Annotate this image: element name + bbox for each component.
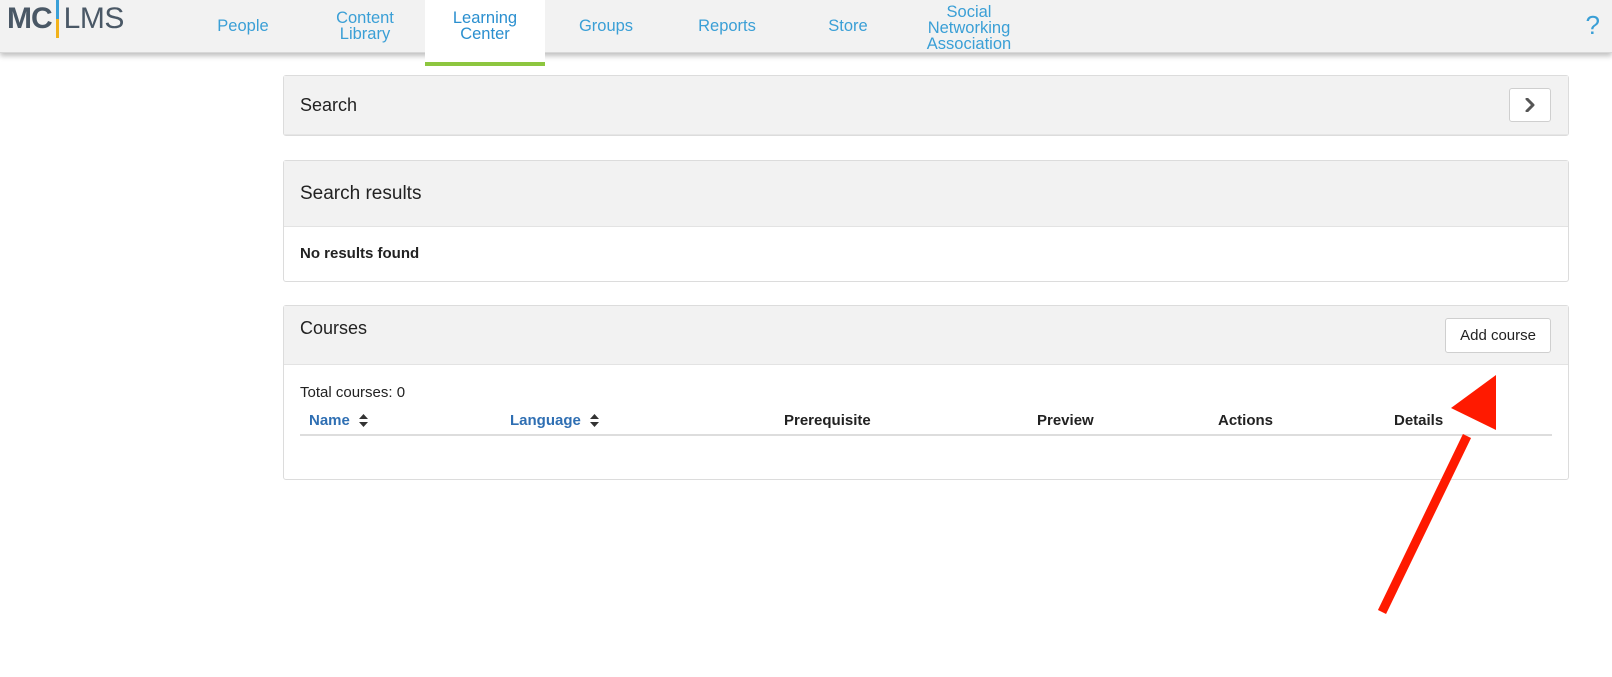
tab-reports[interactable]: Reports <box>667 0 787 66</box>
column-header-actions: Actions <box>1218 412 1273 429</box>
tab-store[interactable]: Store <box>788 0 908 66</box>
courses-header: Courses Add course <box>284 306 1568 365</box>
column-header-prerequisite: Prerequisite <box>784 412 871 429</box>
courses-title: Courses <box>300 318 368 338</box>
column-header-language-label: Language <box>510 412 581 429</box>
search-title: Search <box>300 95 358 115</box>
tab-learning-center-label: Learning Center <box>452 9 518 43</box>
tab-learning-center[interactable]: Learning Center <box>425 0 545 66</box>
tab-groups[interactable]: Groups <box>546 0 666 66</box>
tab-content-library[interactable]: Content Library <box>305 0 425 66</box>
logo-divider <box>55 0 59 38</box>
logo-lms-text: LMS <box>63 2 125 35</box>
search-results-panel: Search results No results found <box>283 160 1569 282</box>
tab-content-library-label: Content Library <box>336 9 394 43</box>
column-header-language[interactable]: Language <box>510 412 599 429</box>
tab-people[interactable]: People <box>183 0 303 66</box>
logo-mc-text: MC <box>7 2 53 35</box>
search-panel: Search <box>283 75 1569 136</box>
column-header-preview-label: Preview <box>1037 412 1094 429</box>
mc-lms-logo[interactable]: MC LMS <box>7 0 124 40</box>
tab-social-networking-association-label: Social Networking Association <box>926 3 1012 53</box>
column-header-details-label: Details <box>1394 412 1444 429</box>
column-header-preview: Preview <box>1037 412 1094 429</box>
column-header-actions-label: Actions <box>1218 412 1274 429</box>
help-icon[interactable]: ? <box>1586 10 1600 41</box>
search-expand-button[interactable] <box>1509 88 1551 122</box>
no-results-text: No results found <box>300 245 420 262</box>
tab-store-label: Store <box>828 17 868 35</box>
search-results-header: Search results <box>284 161 1568 227</box>
total-courses: Total courses: 0 <box>300 384 406 401</box>
column-header-name-label: Name <box>309 412 350 429</box>
sort-icon <box>358 414 368 427</box>
courses-panel: Courses Add course Total courses: 0 Name… <box>283 305 1569 480</box>
top-navigation: MC LMS People Content Library Learning C… <box>0 0 1612 66</box>
sort-icon <box>589 414 599 427</box>
tab-reports-label: Reports <box>698 17 756 35</box>
column-header-details: Details <box>1394 412 1443 429</box>
search-panel-header[interactable]: Search <box>284 76 1568 135</box>
courses-table-header: Name Language Prerequisite Preview Actio… <box>300 406 1552 436</box>
column-header-prerequisite-label: Prerequisite <box>784 412 871 429</box>
column-header-name[interactable]: Name <box>309 412 368 429</box>
search-results-title: Search results <box>300 183 422 204</box>
add-course-button[interactable]: Add course <box>1445 318 1551 353</box>
tab-groups-label: Groups <box>578 17 634 35</box>
tab-people-label: People <box>217 17 269 35</box>
chevron-right-icon <box>1525 98 1535 112</box>
tab-social-networking-association[interactable]: Social Networking Association <box>909 0 1029 66</box>
